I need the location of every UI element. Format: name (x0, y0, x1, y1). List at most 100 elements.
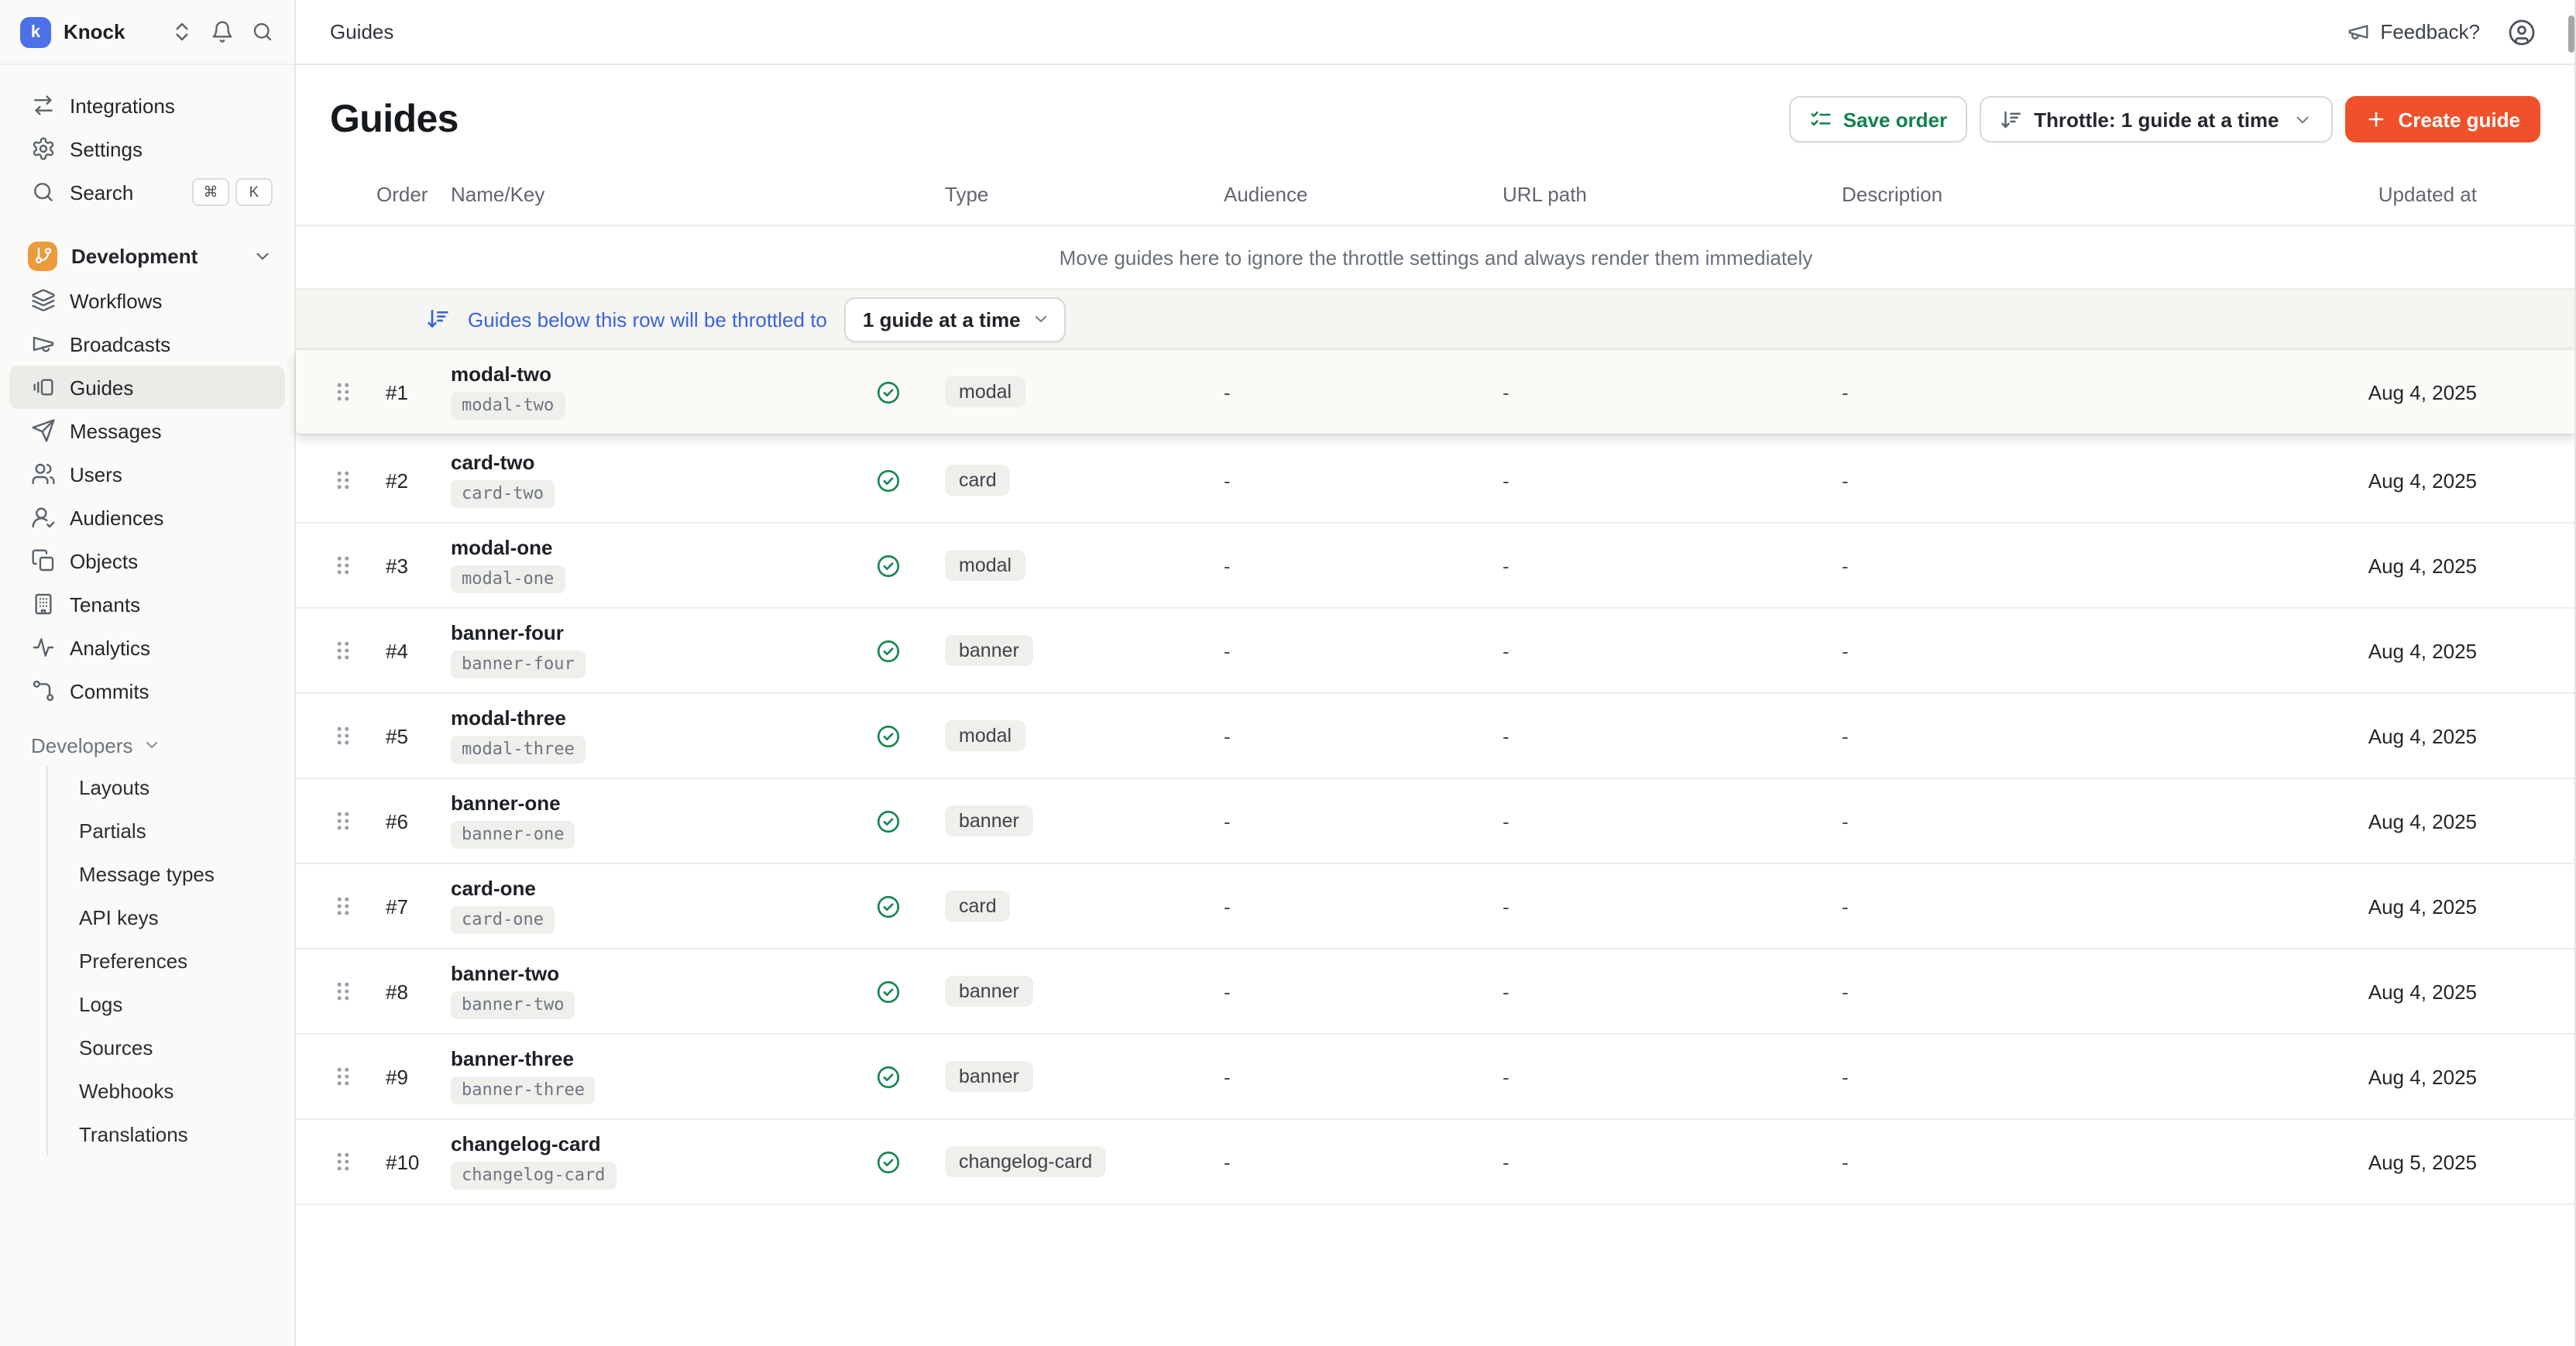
settings-icon (31, 136, 56, 161)
guide-updated-at: Aug 4, 2025 (2204, 980, 2477, 1003)
drag-handle-icon[interactable] (327, 894, 358, 919)
sort-descending-icon (426, 307, 451, 331)
developers-section-toggle[interactable]: Developers (9, 725, 285, 765)
guide-audience: - (1197, 809, 1476, 833)
chevron-down-icon (1032, 310, 1050, 328)
guide-row[interactable]: #6 banner-one banner-one banner - - - Au… (296, 779, 2576, 864)
drag-handle-icon[interactable] (327, 553, 358, 578)
throttle-divider-row: Guides below this row will be throttled … (296, 290, 2576, 350)
guide-description: - (1801, 1065, 2204, 1088)
guide-order: #9 (358, 1065, 451, 1088)
sidebar-item-messages[interactable]: Messages (9, 409, 285, 452)
guide-audience: - (1197, 469, 1476, 492)
notifications-button[interactable] (208, 18, 235, 46)
tenants-icon (31, 592, 56, 616)
guide-row[interactable]: #8 banner-two banner-two banner - - - Au… (296, 949, 2576, 1035)
guide-updated-at: Aug 4, 2025 (2204, 639, 2477, 662)
sidebar-item-guides[interactable]: Guides (9, 366, 285, 409)
sidebar-item-analytics[interactable]: Analytics (9, 626, 285, 669)
environment-switcher[interactable]: Development (9, 232, 285, 279)
guide-url-path: - (1476, 1150, 1801, 1173)
guide-row[interactable]: #5 modal-three modal-three modal - - - A… (296, 694, 2576, 779)
sidebar-item-workflows[interactable]: Workflows (9, 279, 285, 322)
sidebar-subitem-sources[interactable]: Sources (48, 1025, 285, 1069)
app-window: k Knock Integrations Settings Search ⌘K … (0, 0, 2576, 1346)
guide-audience: - (1197, 554, 1476, 577)
sidebar-subitem-webhooks[interactable]: Webhooks (48, 1069, 285, 1112)
sidebar-subitem-layouts[interactable]: Layouts (48, 765, 285, 809)
sidebar-subitem-partials[interactable]: Partials (48, 809, 285, 852)
sidebar-item-integrations[interactable]: Integrations (9, 84, 285, 127)
guide-row[interactable]: #9 banner-three banner-three banner - - … (296, 1035, 2576, 1120)
feedback-label: Feedback? (2380, 20, 2480, 43)
workspace-switcher-button[interactable] (167, 18, 195, 46)
guide-order: #5 (358, 724, 451, 747)
drag-handle-icon[interactable] (327, 379, 358, 404)
guide-key-badge: banner-four (451, 651, 586, 679)
create-guide-button[interactable]: Create guide (2346, 96, 2541, 142)
column-header-url-path: URL path (1476, 182, 1801, 205)
guide-key-badge: card-two (451, 480, 555, 509)
sidebar-subitem-logs[interactable]: Logs (48, 982, 285, 1025)
throttle-divider-label[interactable]: Guides below this row will be throttled … (468, 307, 827, 331)
guide-row[interactable]: #3 modal-one modal-one modal - - - Aug 4… (296, 524, 2576, 609)
drag-handle-icon[interactable] (327, 979, 358, 1004)
drag-handle-icon[interactable] (327, 468, 358, 493)
sidebar-item-search[interactable]: Search ⌘K (9, 170, 285, 214)
throttle-value-select[interactable]: 1 guide at a time (844, 297, 1066, 342)
search-icon (31, 180, 56, 204)
drag-handle-icon[interactable] (327, 1064, 358, 1089)
sidebar-item-tenants[interactable]: Tenants (9, 582, 285, 626)
guide-key-badge: banner-two (451, 991, 575, 1020)
guide-key-badge: changelog-card (451, 1162, 616, 1190)
sidebar-item-audiences[interactable]: Audiences (9, 496, 285, 539)
guide-type-badge: modal (945, 550, 1025, 581)
drag-handle-icon[interactable] (327, 809, 358, 833)
feedback-button[interactable]: Feedback? (2346, 20, 2480, 43)
analytics-icon (31, 635, 56, 660)
sidebar-item-objects[interactable]: Objects (9, 539, 285, 582)
sidebar-item-settings[interactable]: Settings (9, 127, 285, 170)
guide-type-badge: modal (945, 376, 1025, 407)
guide-type-badge: banner (945, 1061, 1033, 1092)
throttle-dropdown-button[interactable]: Throttle: 1 guide at a time (1980, 96, 2333, 142)
guide-row[interactable]: #7 card-one card-one card - - - Aug 4, 2… (296, 864, 2576, 949)
drag-handle-icon[interactable] (327, 723, 358, 748)
sidebar-nav: Integrations Settings Search ⌘K Developm… (0, 65, 294, 1155)
guide-url-path: - (1476, 724, 1801, 747)
status-enabled-icon (874, 467, 901, 493)
guide-name: modal-one (451, 537, 552, 559)
guide-name: card-two (451, 452, 534, 474)
scrollbar-thumb[interactable] (2568, 15, 2574, 53)
sidebar-search-button[interactable] (248, 18, 276, 46)
sidebar-item-commits[interactable]: Commits (9, 669, 285, 712)
sidebar-item-broadcasts[interactable]: Broadcasts (9, 322, 285, 366)
page-header: Guides Save order Throttle: 1 guide at a… (296, 65, 2576, 142)
status-enabled-icon (874, 379, 901, 405)
guide-url-path: - (1476, 554, 1801, 577)
drag-handle-icon[interactable] (327, 1149, 358, 1174)
guide-type-badge: banner (945, 976, 1033, 1007)
account-menu-button[interactable] (2508, 18, 2536, 46)
guide-row[interactable]: #4 banner-four banner-four banner - - - … (296, 609, 2576, 694)
drag-handle-icon[interactable] (327, 638, 358, 663)
unthrottled-dropzone[interactable]: Move guides here to ignore the throttle … (296, 226, 2576, 290)
user-circle-icon (2508, 18, 2536, 46)
guide-row[interactable]: #1 modal-two modal-two modal - - - Aug 4… (296, 350, 2576, 434)
sidebar-subitem-api-keys[interactable]: API keys (48, 895, 285, 939)
save-order-button[interactable]: Save order (1789, 96, 1967, 142)
sidebar-subitem-preferences[interactable]: Preferences (48, 939, 285, 982)
knock-logo: k (20, 16, 51, 47)
guide-row[interactable]: #10 changelog-card changelog-card change… (296, 1120, 2576, 1205)
save-order-label: Save order (1843, 108, 1947, 131)
guide-row[interactable]: #2 card-two card-two card - - - Aug 4, 2… (296, 438, 2576, 524)
guide-type-badge: banner (945, 805, 1033, 836)
guide-name: banner-one (451, 792, 561, 815)
sidebar-subitem-message-types[interactable]: Message types (48, 852, 285, 895)
column-header-updated-at: Updated at (2204, 182, 2477, 205)
search-shortcut: ⌘K (192, 178, 273, 206)
sort-descending-icon (2000, 108, 2023, 131)
sidebar-item-users[interactable]: Users (9, 452, 285, 496)
guide-audience: - (1197, 1150, 1476, 1173)
sidebar-subitem-translations[interactable]: Translations (48, 1112, 285, 1155)
